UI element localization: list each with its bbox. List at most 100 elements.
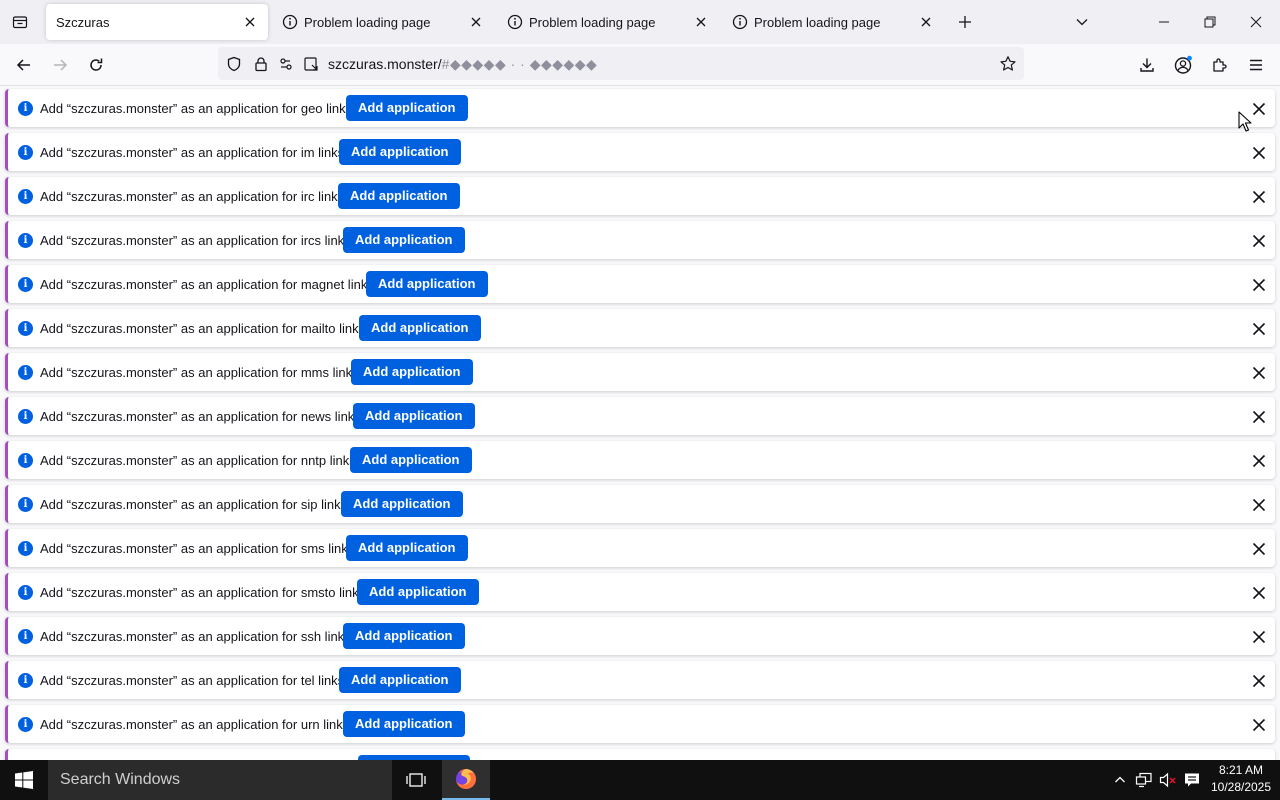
- add-application-button[interactable]: Add application: [351, 359, 473, 385]
- button-label: Add application: [351, 672, 449, 687]
- navigation-toolbar: szczuras.monster/#◆◆◆◆◆ · · ◆◆◆◆◆◆: [0, 44, 1280, 86]
- windows-taskbar: Search Windows 8:21 AM 10/28/2025: [0, 760, 1280, 800]
- close-tab-icon[interactable]: [242, 14, 258, 30]
- info-icon: i: [18, 277, 33, 292]
- close-notification-button[interactable]: [1248, 230, 1270, 252]
- start-button[interactable]: [0, 760, 48, 800]
- url-text[interactable]: szczuras.monster/#◆◆◆◆◆ · · ◆◆◆◆◆◆: [328, 56, 597, 73]
- add-application-button[interactable]: Add application: [338, 183, 460, 209]
- url-hash: #◆◆◆◆◆ · · ◆◆◆◆◆◆: [441, 56, 598, 72]
- close-notification-button[interactable]: [1248, 582, 1270, 604]
- lock-icon[interactable]: [252, 55, 270, 73]
- close-icon: [1252, 718, 1266, 732]
- forward-arrow-icon: [54, 59, 68, 71]
- address-bar[interactable]: szczuras.monster/#◆◆◆◆◆ · · ◆◆◆◆◆◆: [218, 47, 1024, 80]
- downloads-button[interactable]: [1132, 50, 1162, 80]
- restore-button[interactable]: [1187, 0, 1233, 44]
- taskbar-clock[interactable]: 8:21 AM 10/28/2025: [1204, 762, 1278, 796]
- add-application-button[interactable]: Add application: [346, 95, 468, 121]
- notification-message: Add “szczuras.monster” as an application…: [40, 233, 358, 248]
- button-label: Add application: [355, 628, 453, 643]
- add-application-button[interactable]: Add application: [359, 315, 481, 341]
- task-view-button[interactable]: [392, 760, 440, 800]
- close-notification-button[interactable]: [1248, 406, 1270, 428]
- chevron-up-icon: [1115, 776, 1125, 783]
- permissions-icon[interactable]: [279, 55, 297, 73]
- tab-problem-loading-2[interactable]: Problem loading page: [497, 4, 719, 40]
- notification-message: Add “szczuras.monster” as an application…: [40, 409, 369, 424]
- info-icon: i: [18, 717, 33, 732]
- taskbar-firefox-button[interactable]: [442, 760, 490, 800]
- action-center-button[interactable]: [1182, 770, 1202, 790]
- firefox-view-button[interactable]: [6, 8, 34, 36]
- close-notification-button[interactable]: [1248, 670, 1270, 692]
- mouse-cursor-icon: [1238, 111, 1252, 132]
- show-hidden-icons-button[interactable]: [1110, 770, 1130, 790]
- close-icon: [1252, 498, 1266, 512]
- app-menu-button[interactable]: [1241, 50, 1271, 80]
- add-application-button[interactable]: Add application: [350, 447, 472, 473]
- close-tab-icon[interactable]: [918, 14, 934, 30]
- account-button[interactable]: [1168, 50, 1198, 80]
- add-application-button[interactable]: Add application: [357, 579, 479, 605]
- close-notification-button[interactable]: [1248, 538, 1270, 560]
- close-window-button[interactable]: [1233, 0, 1279, 44]
- add-application-button[interactable]: Add application: [343, 227, 465, 253]
- close-tab-icon[interactable]: [468, 14, 484, 30]
- tab-problem-loading-1[interactable]: Problem loading page: [272, 4, 494, 40]
- notification-message: Add “szczuras.monster” as an application…: [40, 585, 373, 600]
- add-application-button[interactable]: Add application: [343, 711, 465, 737]
- close-notification-button[interactable]: [1248, 318, 1270, 340]
- info-icon: i: [18, 409, 33, 424]
- close-icon: [1252, 278, 1266, 292]
- close-tab-icon[interactable]: [693, 14, 709, 30]
- info-icon: i: [18, 321, 33, 336]
- add-application-button[interactable]: Add application: [353, 403, 475, 429]
- bookmark-star-icon[interactable]: [999, 55, 1017, 73]
- minimize-button[interactable]: [1141, 0, 1187, 44]
- button-label: Add application: [362, 452, 460, 467]
- close-notification-button[interactable]: [1248, 362, 1270, 384]
- back-arrow-icon: [16, 59, 30, 71]
- add-application-button[interactable]: Add application: [346, 535, 468, 561]
- add-application-button[interactable]: Add application: [339, 139, 461, 165]
- add-application-button[interactable]: Add application: [339, 667, 461, 693]
- windows-logo-icon: [15, 771, 33, 789]
- network-tray-button[interactable]: [1134, 770, 1154, 790]
- tab-title: Problem loading page: [754, 14, 881, 30]
- tab-problem-loading-3[interactable]: Problem loading page: [722, 4, 944, 40]
- close-notification-button[interactable]: [1248, 714, 1270, 736]
- restore-icon: [1204, 16, 1216, 28]
- extensions-button[interactable]: [1205, 50, 1235, 80]
- list-all-tabs-button[interactable]: [1070, 10, 1094, 34]
- add-application-button[interactable]: Add application: [343, 623, 465, 649]
- reload-button[interactable]: [81, 50, 111, 80]
- protocol-handler-notification-im: i Add “szczuras.monster” as an applicati…: [5, 133, 1275, 171]
- new-tab-button[interactable]: [953, 10, 977, 34]
- close-notification-button[interactable]: [1248, 274, 1270, 296]
- close-notification-button[interactable]: [1248, 186, 1270, 208]
- tracking-protection-shield-icon[interactable]: [225, 55, 243, 73]
- clock-date: 10/28/2025: [1210, 780, 1272, 794]
- back-button[interactable]: [9, 50, 39, 80]
- protocol-handler-notification-geo: i Add “szczuras.monster” as an applicati…: [5, 89, 1275, 127]
- volume-tray-button[interactable]: [1158, 770, 1178, 790]
- protocol-handler-notification-sip: i Add “szczuras.monster” as an applicati…: [5, 485, 1275, 523]
- close-notification-button[interactable]: [1248, 450, 1270, 472]
- taskbar-search-box[interactable]: Search Windows: [48, 760, 392, 800]
- tab-szczuras[interactable]: Szczuras: [46, 4, 268, 40]
- notification-message: Add “szczuras.monster” as an application…: [40, 717, 357, 732]
- add-application-button[interactable]: Add application: [341, 491, 463, 517]
- add-application-button[interactable]: Add application: [366, 271, 488, 297]
- page-icon[interactable]: [302, 55, 320, 73]
- close-notification-button[interactable]: [1248, 494, 1270, 516]
- search-placeholder: Search Windows: [60, 771, 181, 788]
- close-notification-button[interactable]: [1248, 142, 1270, 164]
- url-domain: szczuras.monster/: [328, 56, 442, 72]
- forward-button[interactable]: [45, 50, 75, 80]
- hamburger-menu-icon: [1250, 59, 1262, 71]
- close-notification-button[interactable]: [1248, 626, 1270, 648]
- info-icon: i: [18, 541, 33, 556]
- firefox-view-icon: [12, 16, 28, 29]
- info-icon: [507, 14, 523, 30]
